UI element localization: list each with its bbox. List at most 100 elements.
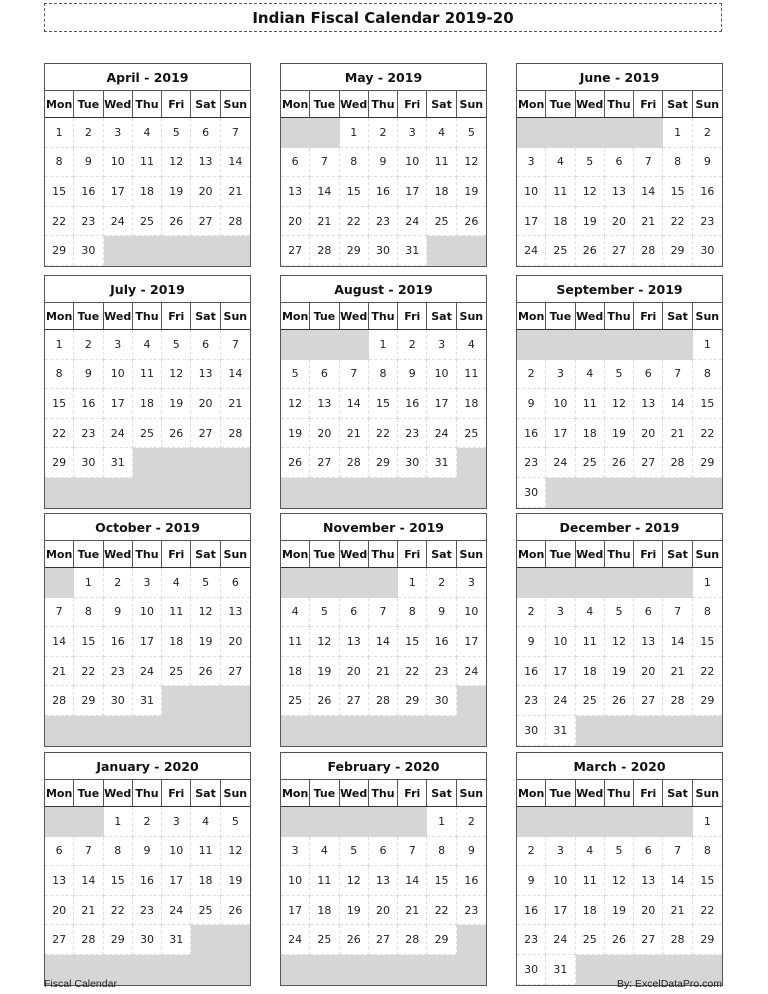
day-cell[interactable]: 13 — [634, 627, 664, 657]
day-cell[interactable]: 19 — [339, 895, 369, 926]
day-cell[interactable]: 24 — [456, 657, 486, 687]
day-cell[interactable]: 13 — [310, 389, 340, 419]
day-cell[interactable]: 15 — [45, 389, 75, 419]
day-cell[interactable]: 26 — [162, 418, 192, 449]
day-cell[interactable]: 25 — [575, 925, 605, 955]
day-cell[interactable]: 10 — [546, 866, 576, 896]
day-cell[interactable]: 20 — [281, 206, 311, 237]
day-cell[interactable]: 5 — [339, 836, 369, 867]
day-cell[interactable]: 24 — [281, 925, 311, 955]
day-cell[interactable]: 17 — [103, 177, 133, 207]
day-cell[interactable]: 20 — [634, 656, 664, 687]
day-cell[interactable]: 8 — [74, 597, 104, 628]
day-cell[interactable]: 21 — [45, 656, 75, 687]
day-cell[interactable]: 21 — [220, 177, 250, 207]
day-cell[interactable]: 7 — [368, 597, 399, 628]
day-cell[interactable]: 27 — [634, 448, 664, 478]
day-cell[interactable]: 2 — [456, 807, 486, 837]
day-cell[interactable]: 18 — [427, 177, 457, 207]
day-cell[interactable]: 19 — [220, 866, 250, 896]
day-cell[interactable]: 3 — [162, 807, 192, 837]
day-cell[interactable]: 28 — [45, 686, 75, 716]
day-cell[interactable]: 26 — [604, 686, 635, 716]
day-cell[interactable]: 15 — [74, 627, 104, 657]
day-cell[interactable]: 7 — [74, 836, 104, 867]
day-cell[interactable]: 2 — [74, 330, 104, 360]
day-cell[interactable]: 1 — [45, 118, 75, 148]
day-cell[interactable]: 27 — [281, 236, 311, 266]
day-cell[interactable]: 23 — [456, 896, 486, 926]
day-cell[interactable]: 20 — [604, 206, 635, 237]
day-cell[interactable]: 2 — [74, 118, 104, 148]
day-cell[interactable]: 12 — [575, 177, 605, 207]
day-cell[interactable]: 3 — [427, 330, 457, 360]
day-cell[interactable]: 3 — [103, 330, 133, 360]
day-cell[interactable]: 1 — [368, 330, 399, 360]
day-cell[interactable]: 7 — [339, 359, 369, 390]
day-cell[interactable]: 4 — [575, 836, 605, 867]
day-cell[interactable]: 24 — [546, 686, 576, 716]
day-cell[interactable]: 15 — [103, 866, 133, 896]
day-cell[interactable]: 9 — [517, 389, 547, 419]
day-cell[interactable]: 16 — [132, 866, 163, 896]
day-cell[interactable]: 18 — [310, 895, 340, 926]
day-cell[interactable]: 24 — [546, 448, 576, 478]
day-cell[interactable]: 12 — [604, 866, 635, 896]
day-cell[interactable]: 3 — [132, 568, 163, 598]
day-cell[interactable]: 1 — [663, 118, 693, 148]
day-cell[interactable]: 5 — [191, 568, 221, 598]
day-cell[interactable]: 4 — [427, 118, 457, 148]
day-cell[interactable]: 24 — [546, 925, 576, 955]
day-cell[interactable]: 12 — [339, 866, 369, 896]
day-cell[interactable]: 19 — [604, 895, 635, 926]
day-cell[interactable]: 9 — [517, 627, 547, 657]
day-cell[interactable]: 14 — [634, 177, 664, 207]
day-cell[interactable]: 8 — [427, 836, 457, 867]
day-cell[interactable]: 19 — [575, 206, 605, 237]
day-cell[interactable]: 8 — [45, 147, 75, 178]
day-cell[interactable]: 11 — [191, 836, 221, 867]
day-cell[interactable]: 3 — [546, 359, 576, 390]
day-cell[interactable]: 9 — [398, 359, 428, 390]
day-cell[interactable]: 23 — [692, 207, 722, 237]
day-cell[interactable]: 14 — [398, 866, 428, 896]
day-cell[interactable]: 25 — [546, 236, 576, 266]
day-cell[interactable]: 10 — [103, 359, 133, 390]
day-cell[interactable]: 17 — [546, 895, 576, 926]
day-cell[interactable]: 28 — [339, 448, 369, 478]
day-cell[interactable]: 13 — [220, 598, 250, 628]
day-cell[interactable]: 25 — [281, 686, 311, 716]
day-cell[interactable]: 27 — [191, 206, 221, 237]
day-cell[interactable]: 14 — [220, 148, 250, 178]
day-cell[interactable]: 9 — [368, 147, 399, 178]
day-cell[interactable]: 12 — [456, 148, 486, 178]
day-cell[interactable]: 24 — [132, 656, 163, 687]
day-cell[interactable]: 4 — [310, 836, 340, 867]
day-cell[interactable]: 1 — [427, 807, 457, 837]
day-cell[interactable]: 28 — [663, 925, 693, 955]
day-cell[interactable]: 20 — [634, 895, 664, 926]
day-cell[interactable]: 29 — [692, 925, 722, 955]
day-cell[interactable]: 20 — [220, 627, 250, 657]
day-cell[interactable]: 2 — [103, 568, 133, 598]
day-cell[interactable]: 2 — [398, 330, 428, 360]
day-cell[interactable]: 26 — [191, 656, 221, 687]
day-cell[interactable]: 4 — [456, 330, 486, 360]
day-cell[interactable]: 5 — [310, 597, 340, 628]
day-cell[interactable]: 15 — [398, 627, 428, 657]
day-cell[interactable]: 20 — [339, 656, 369, 687]
day-cell[interactable]: 15 — [339, 177, 369, 207]
day-cell[interactable]: 9 — [456, 837, 486, 867]
day-cell[interactable]: 2 — [517, 597, 547, 628]
day-cell[interactable]: 1 — [398, 568, 428, 598]
day-cell[interactable]: 17 — [546, 418, 576, 449]
day-cell[interactable]: 6 — [604, 147, 635, 178]
day-cell[interactable]: 23 — [74, 206, 104, 237]
day-cell[interactable]: 14 — [74, 866, 104, 896]
day-cell[interactable]: 4 — [162, 568, 192, 598]
day-cell[interactable]: 1 — [339, 118, 369, 148]
day-cell[interactable]: 5 — [604, 836, 635, 867]
day-cell[interactable]: 7 — [634, 147, 664, 178]
day-cell[interactable]: 31 — [103, 448, 133, 478]
day-cell[interactable]: 10 — [546, 389, 576, 419]
